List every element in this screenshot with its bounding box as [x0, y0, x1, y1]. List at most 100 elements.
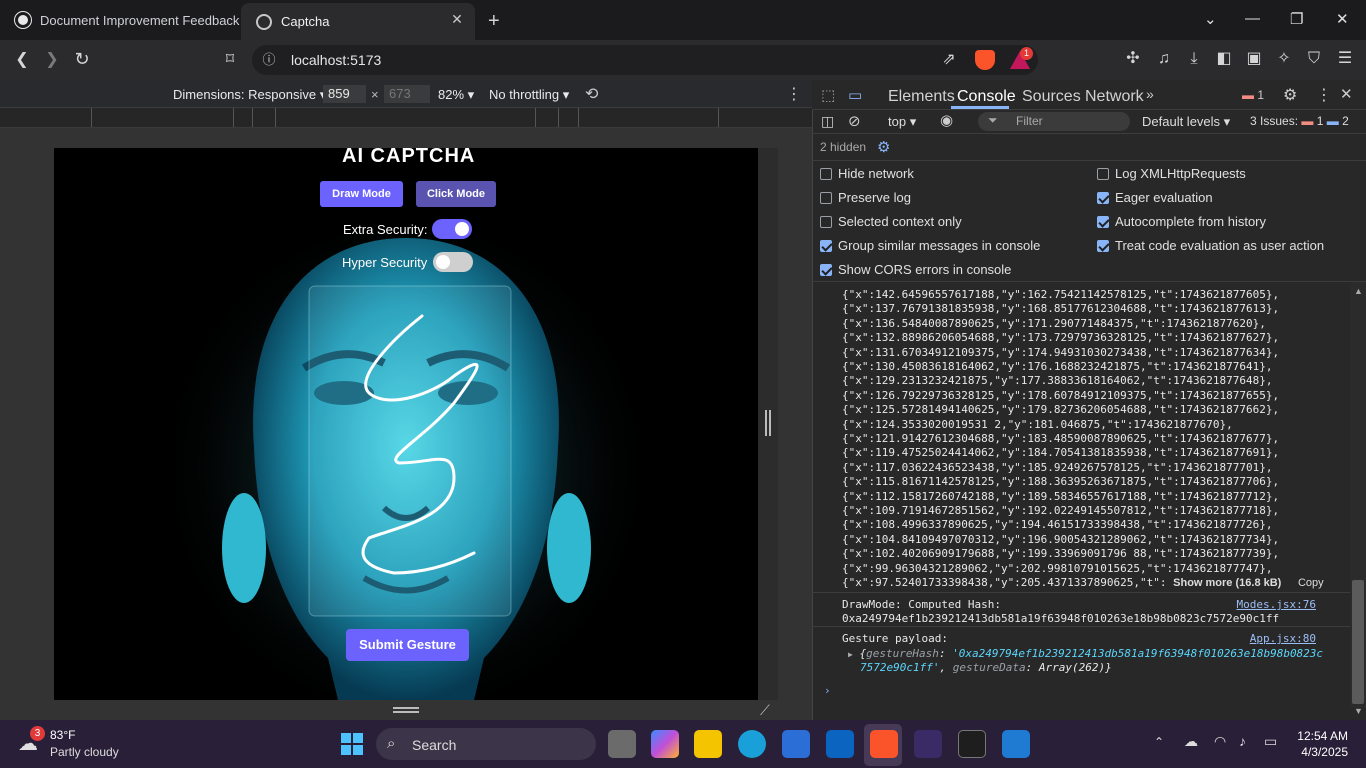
- checkbox-box[interactable]: [1097, 167, 1109, 180]
- checkbox-box[interactable]: [820, 191, 832, 204]
- tab-network[interactable]: Network: [1085, 88, 1144, 106]
- media-query-bar[interactable]: [0, 108, 812, 128]
- rotate-icon[interactable]: ⟲: [585, 84, 598, 104]
- checkbox-box[interactable]: [820, 263, 832, 276]
- outlook-icon[interactable]: [826, 730, 854, 758]
- leo-ai-icon[interactable]: ✧: [1273, 49, 1295, 71]
- weather-temp[interactable]: 83°F: [50, 728, 75, 742]
- store-icon[interactable]: [782, 730, 810, 758]
- log-levels-dropdown[interactable]: Default levels ▾: [1142, 114, 1230, 130]
- checkbox-box[interactable]: [820, 167, 832, 180]
- clock-date[interactable]: 4/3/2025: [1296, 745, 1348, 759]
- downloads-icon[interactable]: ⤓: [1183, 49, 1205, 71]
- wallet-icon[interactable]: ▣: [1243, 49, 1265, 71]
- brave-shields-icon[interactable]: [975, 50, 995, 70]
- wifi-icon[interactable]: ◠: [1214, 733, 1226, 750]
- more-tabs-icon[interactable]: »: [1146, 86, 1154, 102]
- copy-button[interactable]: Copy: [1298, 577, 1324, 589]
- extensions-icon[interactable]: ✣: [1122, 49, 1144, 71]
- sidebar-icon[interactable]: ◧: [1213, 49, 1235, 71]
- terminal-icon[interactable]: [958, 730, 986, 758]
- console-settings-icon[interactable]: ⚙: [877, 138, 890, 156]
- tab-sources[interactable]: Sources: [1022, 88, 1081, 106]
- console-setting-checkbox[interactable]: Autocomplete from history: [1097, 214, 1266, 229]
- console-scroll-thumb[interactable]: [1352, 580, 1364, 704]
- tab-search-icon[interactable]: ⌄: [1204, 10, 1217, 28]
- dimensions-dropdown[interactable]: Dimensions: Responsive ▾: [173, 87, 326, 103]
- new-tab-button[interactable]: +: [488, 10, 500, 33]
- console-setting-checkbox[interactable]: Eager evaluation: [1097, 190, 1213, 205]
- issues-counter[interactable]: 3 Issues: ▬ 1 ▬ 2: [1250, 114, 1349, 128]
- expand-arrow-icon[interactable]: ▶: [848, 650, 853, 659]
- copilot-icon[interactable]: [651, 730, 679, 758]
- height-resize-handle[interactable]: [393, 707, 419, 713]
- console-setting-checkbox[interactable]: Group similar messages in console: [820, 238, 1040, 253]
- vpn-icon[interactable]: ⛉: [1303, 49, 1325, 71]
- tab-document-feedback[interactable]: Document Improvement Feedback: [0, 4, 240, 36]
- console-setting-checkbox[interactable]: Selected context only: [820, 214, 962, 229]
- source-link-app[interactable]: App.jsx:80: [1250, 632, 1316, 645]
- console-setting-checkbox[interactable]: Preserve log: [820, 190, 911, 205]
- scroll-down-arrow[interactable]: ▼: [1354, 706, 1363, 716]
- draw-mode-button[interactable]: Draw Mode: [320, 181, 403, 207]
- close-devtools-icon[interactable]: ✕: [1340, 85, 1353, 103]
- checkbox-box[interactable]: [820, 239, 832, 252]
- click-mode-button[interactable]: Click Mode: [416, 181, 496, 207]
- submit-gesture-button[interactable]: Submit Gesture: [346, 629, 469, 661]
- tab-elements[interactable]: Elements: [888, 88, 955, 106]
- show-sidebar-icon[interactable]: ◫: [821, 113, 834, 130]
- app-icon[interactable]: [914, 730, 942, 758]
- tray-overflow-icon[interactable]: ⌃: [1154, 735, 1164, 749]
- throttling-dropdown[interactable]: No throttling ▾: [489, 87, 569, 103]
- corner-resize-handle[interactable]: ⟋: [760, 702, 770, 719]
- console-setting-checkbox[interactable]: Show CORS errors in console: [820, 262, 1011, 277]
- console-setting-checkbox[interactable]: Hide network: [820, 166, 914, 181]
- reload-icon[interactable]: ↻: [71, 49, 93, 71]
- minimize-button[interactable]: —: [1245, 10, 1260, 27]
- scroll-up-arrow[interactable]: ▲: [1354, 286, 1363, 296]
- console-prompt[interactable]: ›: [824, 684, 831, 697]
- height-input[interactable]: 673: [384, 85, 430, 103]
- tab-captcha[interactable]: Captcha ✕: [241, 3, 475, 40]
- extra-security-toggle[interactable]: [432, 219, 472, 239]
- checkbox-box[interactable]: [1097, 191, 1109, 204]
- brave-taskbar-icon[interactable]: [870, 730, 898, 758]
- width-input[interactable]: 859: [323, 85, 366, 103]
- error-count-badge[interactable]: ▬ 1: [1242, 88, 1264, 102]
- context-selector[interactable]: top ▾: [888, 114, 916, 130]
- devtools-settings-icon[interactable]: ⚙: [1283, 85, 1297, 105]
- volume-icon[interactable]: ♪: [1239, 733, 1246, 749]
- forward-icon[interactable]: ❯: [41, 50, 63, 72]
- source-link-modes[interactable]: Modes.jsx:76: [1237, 598, 1316, 611]
- device-toggle-icon[interactable]: ▭: [848, 86, 862, 104]
- payload-object-line[interactable]: ▶ {gestureHash: '0xa249794ef1b239212413d…: [848, 647, 1323, 660]
- media-icon[interactable]: ♫: [1153, 49, 1175, 71]
- clear-console-icon[interactable]: ⊘: [848, 112, 861, 130]
- inspect-element-icon[interactable]: ⬚: [821, 86, 835, 104]
- devtools-menu-icon[interactable]: ⋮: [1316, 85, 1332, 105]
- edge-icon[interactable]: [738, 730, 766, 758]
- clock-time[interactable]: 12:54 AM: [1296, 729, 1348, 743]
- show-more-button[interactable]: Show more (16.8 kB): [1173, 577, 1281, 589]
- close-tab-icon[interactable]: ✕: [449, 11, 465, 27]
- close-window-button[interactable]: ✕: [1336, 10, 1349, 28]
- console-setting-checkbox[interactable]: Log XMLHttpRequests: [1097, 166, 1246, 181]
- tab-console[interactable]: Console: [957, 88, 1016, 106]
- live-expression-icon[interactable]: ◉: [940, 111, 953, 129]
- maximize-button[interactable]: ❐: [1290, 10, 1303, 28]
- more-options-icon[interactable]: ⋮: [786, 84, 802, 104]
- vscode-icon[interactable]: [1002, 730, 1030, 758]
- site-info-icon[interactable]: ⓘ: [258, 50, 280, 72]
- file-explorer-icon[interactable]: [694, 730, 722, 758]
- hyper-security-toggle[interactable]: [433, 252, 473, 272]
- console-setting-checkbox[interactable]: Treat code evaluation as user action: [1097, 238, 1324, 253]
- checkbox-box[interactable]: [820, 215, 832, 228]
- console-filter-input[interactable]: Filter: [978, 112, 1130, 131]
- checkbox-box[interactable]: [1097, 239, 1109, 252]
- width-resize-handle[interactable]: [765, 410, 771, 436]
- taskbar-search[interactable]: [376, 728, 596, 760]
- task-view-icon[interactable]: [608, 730, 636, 758]
- bookmark-icon[interactable]: ⌑: [219, 50, 241, 72]
- checkbox-box[interactable]: [1097, 215, 1109, 228]
- menu-icon[interactable]: ☰: [1334, 49, 1356, 71]
